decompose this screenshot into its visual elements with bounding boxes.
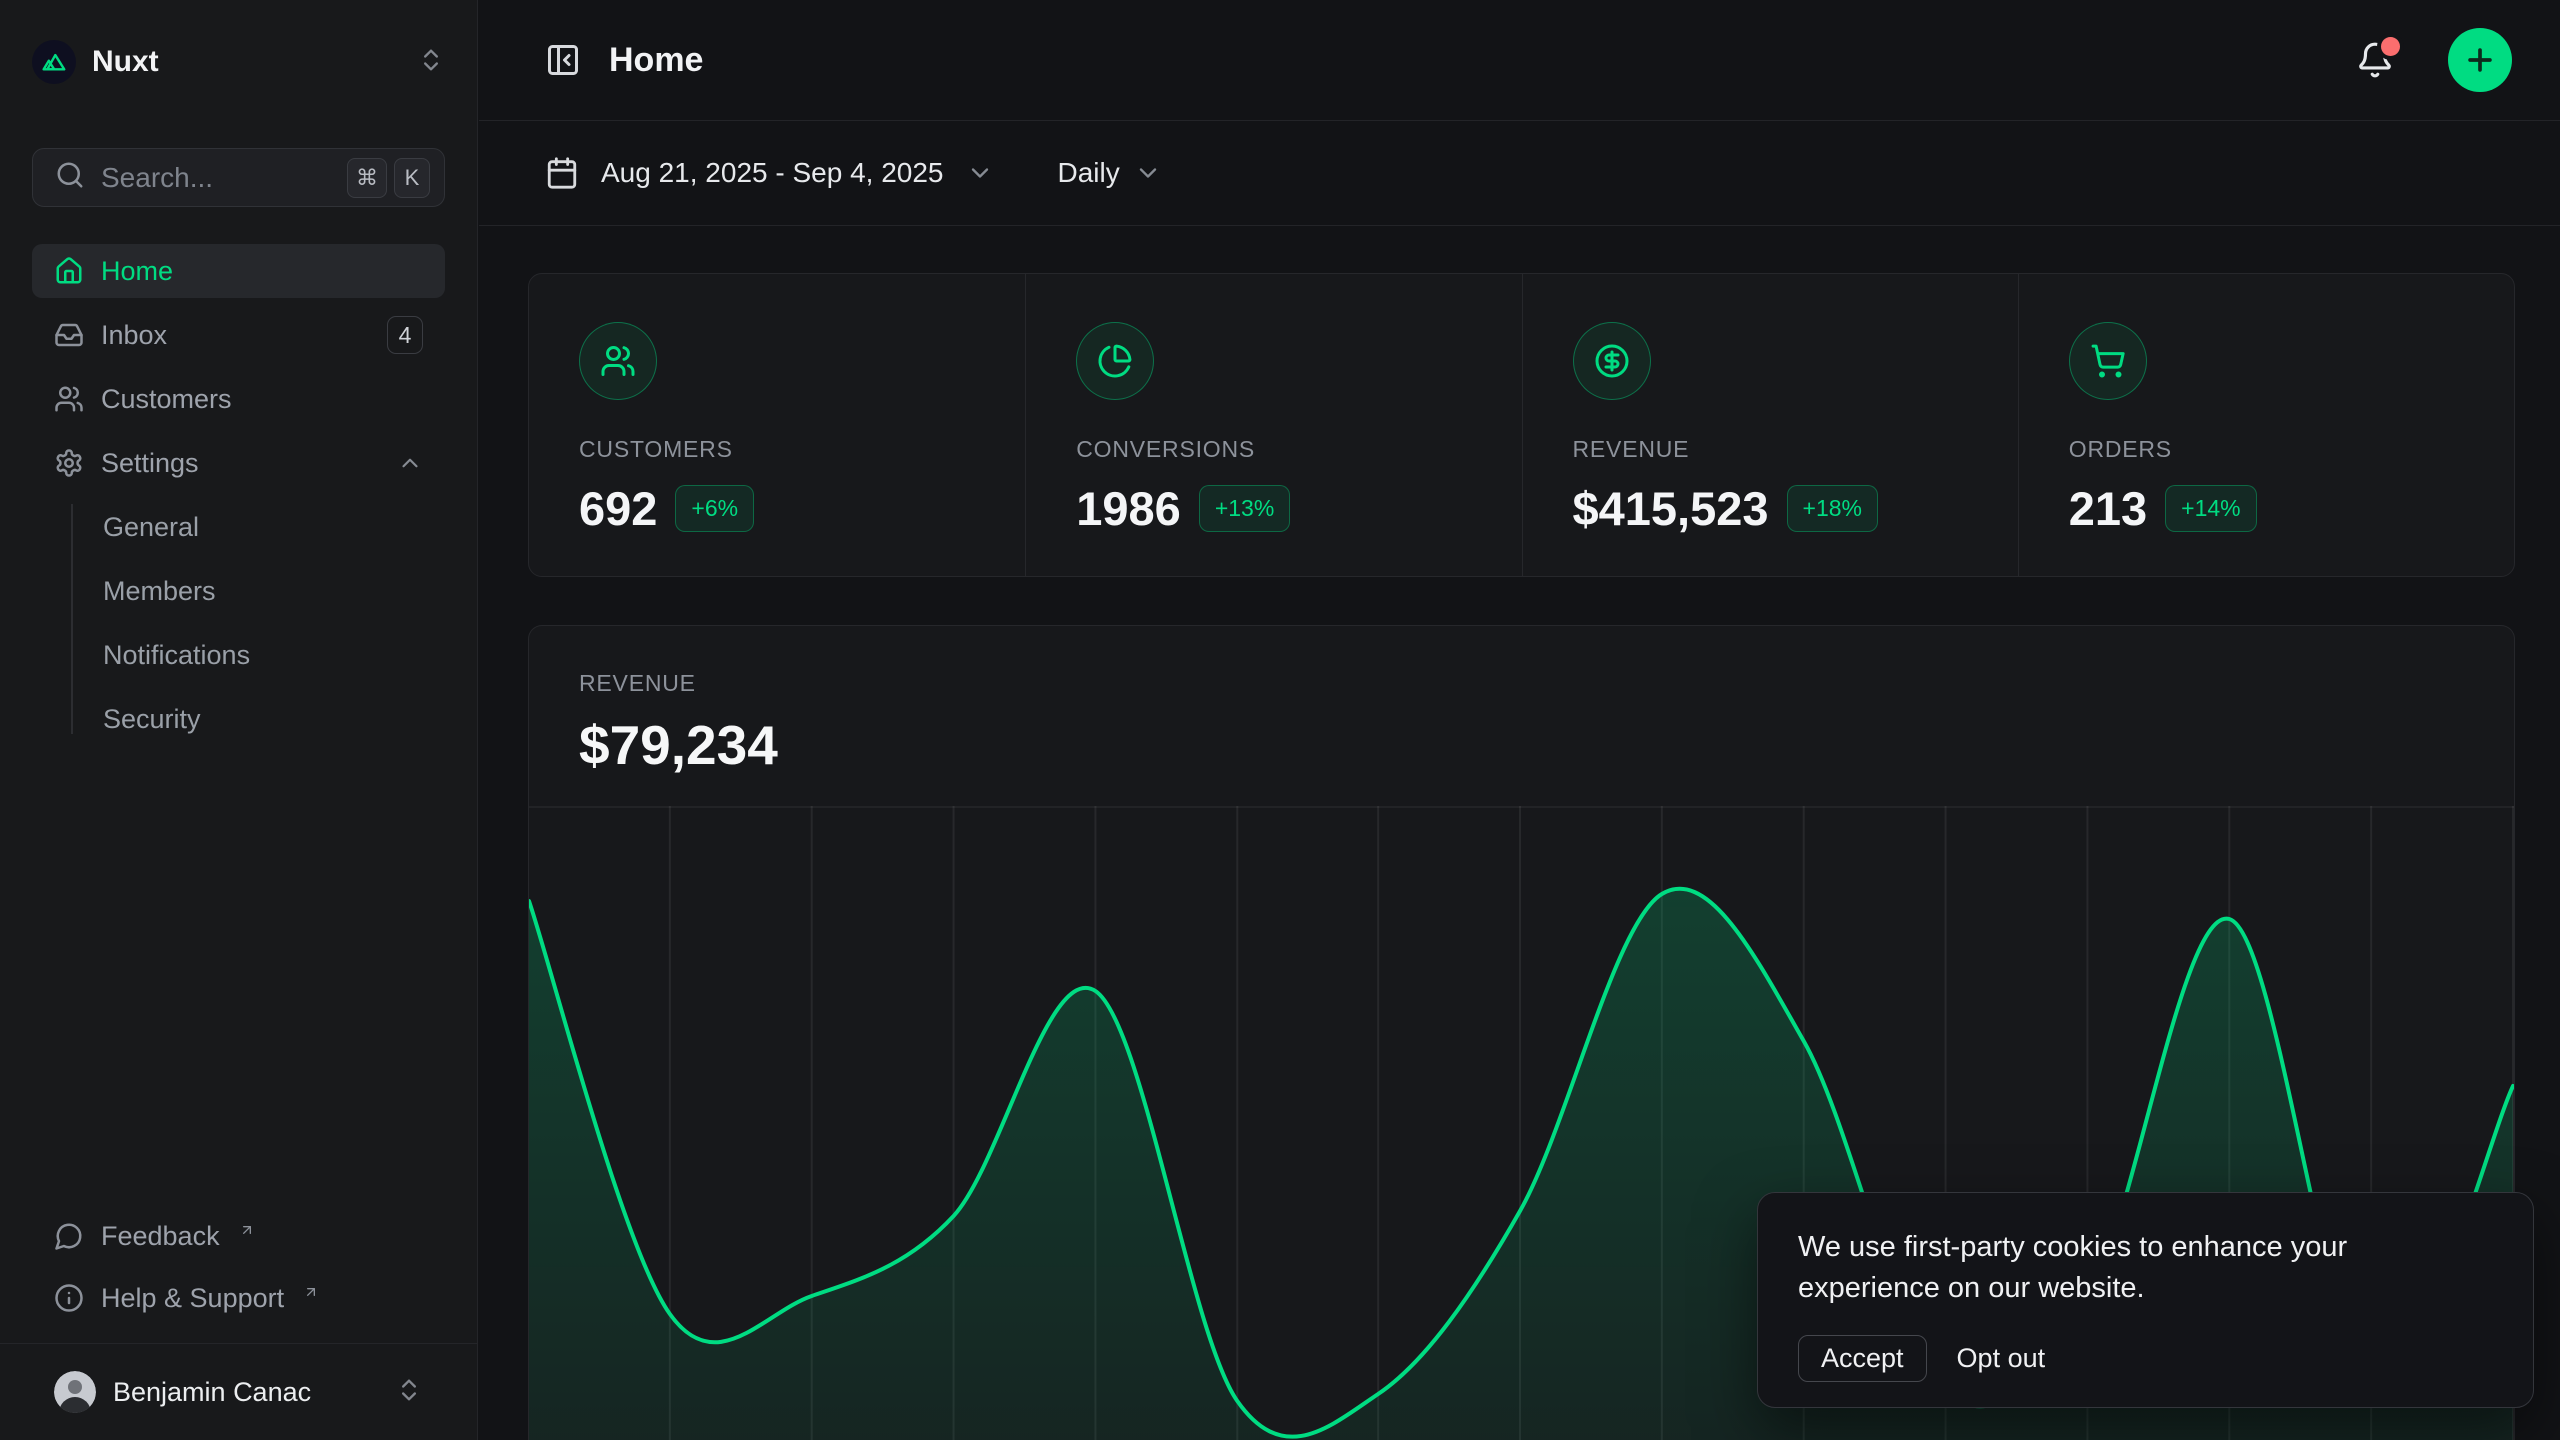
sidebar-subitem-general[interactable]: General — [71, 500, 445, 554]
top-header: Home — [479, 0, 2560, 121]
sidebar-item-label: Settings — [101, 448, 199, 479]
add-button[interactable] — [2448, 28, 2512, 92]
revenue-value: $79,234 — [579, 713, 2514, 777]
stat-value: 1986 — [1076, 481, 1181, 536]
users-icon — [579, 322, 657, 400]
inbox-icon — [54, 320, 84, 350]
users-icon — [54, 384, 84, 414]
stat-delta-badge: +13% — [1199, 485, 1290, 532]
revenue-label: REVENUE — [579, 670, 2514, 697]
settings-subnav: General Members Notifications Security — [32, 500, 445, 746]
stat-delta-badge: +6% — [675, 485, 754, 532]
sidebar-item-label: Home — [101, 256, 173, 287]
granularity-value: Daily — [1058, 157, 1120, 189]
sidebar: Nuxt Search... ⌘ K Home — [0, 0, 478, 1440]
feedback-label: Feedback — [101, 1221, 220, 1252]
granularity-select[interactable]: Daily — [1058, 157, 1162, 189]
cart-icon — [2069, 322, 2147, 400]
stat-label: REVENUE — [1573, 436, 2018, 463]
stat-label: CONVERSIONS — [1076, 436, 1521, 463]
workspace-switcher[interactable]: Nuxt — [32, 22, 445, 102]
cookie-message: We use first-party cookies to enhance yo… — [1798, 1227, 2493, 1309]
cookie-banner: We use first-party cookies to enhance yo… — [1757, 1192, 2534, 1408]
accept-button[interactable]: Accept — [1798, 1335, 1927, 1382]
stat-conversions[interactable]: CONVERSIONS 1986 +13% — [1025, 274, 1521, 576]
stat-value: 213 — [2069, 481, 2147, 536]
help-support-link[interactable]: Help & Support — [32, 1271, 445, 1325]
search-icon — [55, 160, 85, 195]
stat-delta-badge: +18% — [1787, 485, 1878, 532]
chevron-down-icon — [1134, 159, 1162, 187]
filter-bar: Aug 21, 2025 - Sep 4, 2025 Daily — [479, 121, 2560, 226]
avatar — [54, 1371, 96, 1413]
search-shortcut: ⌘ K — [347, 158, 430, 198]
sidebar-footer: Feedback Help & Support — [0, 1209, 477, 1440]
sidebar-subitem-members[interactable]: Members — [71, 564, 445, 618]
panel-left-close-icon[interactable] — [545, 42, 581, 78]
inbox-count-badge: 4 — [387, 316, 423, 354]
notification-dot — [2381, 37, 2400, 56]
notifications-button[interactable] — [2356, 41, 2394, 79]
dollar-circle-icon — [1573, 322, 1651, 400]
user-name: Benjamin Canac — [113, 1377, 378, 1408]
help-support-label: Help & Support — [101, 1283, 284, 1314]
chevrons-up-down-icon — [395, 1376, 423, 1409]
sidebar-item-settings[interactable]: Settings — [32, 436, 445, 490]
home-icon — [54, 256, 84, 286]
calendar-icon — [545, 156, 579, 190]
chevron-up-icon — [397, 450, 423, 476]
sidebar-item-inbox[interactable]: Inbox 4 — [32, 308, 445, 362]
search-placeholder: Search... — [101, 162, 331, 194]
date-range-value: Aug 21, 2025 - Sep 4, 2025 — [601, 157, 944, 189]
kbd-cmd: ⌘ — [347, 158, 387, 198]
sidebar-item-label: Customers — [101, 384, 232, 415]
gear-icon — [54, 448, 84, 478]
chevron-down-icon — [966, 159, 994, 187]
stat-delta-badge: +14% — [2165, 485, 2256, 532]
page-title: Home — [609, 41, 2328, 80]
stat-value: 692 — [579, 481, 657, 536]
date-range-picker[interactable]: Aug 21, 2025 - Sep 4, 2025 — [545, 156, 994, 190]
search-input[interactable]: Search... ⌘ K — [32, 148, 445, 207]
stats-card: CUSTOMERS 692 +6% CONVERSIONS 1986 +13% — [528, 273, 2515, 577]
opt-out-button[interactable]: Opt out — [1957, 1343, 2046, 1374]
stat-label: ORDERS — [2069, 436, 2514, 463]
sidebar-subitem-security[interactable]: Security — [71, 692, 445, 746]
stat-label: CUSTOMERS — [579, 436, 1025, 463]
stat-customers[interactable]: CUSTOMERS 692 +6% — [529, 274, 1025, 576]
chevrons-up-down-icon — [417, 46, 445, 79]
sidebar-nav: Home Inbox 4 Customers Setting — [32, 244, 445, 756]
stat-revenue[interactable]: REVENUE $415,523 +18% — [1522, 274, 2018, 576]
external-link-icon — [239, 1214, 255, 1245]
workspace-name: Nuxt — [92, 45, 401, 79]
user-menu[interactable]: Benjamin Canac — [32, 1344, 445, 1440]
pie-chart-icon — [1076, 322, 1154, 400]
dashboard-screen: Nuxt Search... ⌘ K Home — [0, 0, 2560, 1440]
info-circle-icon — [54, 1283, 84, 1313]
stat-value: $415,523 — [1573, 481, 1769, 536]
sidebar-item-label: Inbox — [101, 320, 167, 351]
sidebar-item-home[interactable]: Home — [32, 244, 445, 298]
feedback-link[interactable]: Feedback — [32, 1209, 445, 1263]
stat-orders[interactable]: ORDERS 213 +14% — [2018, 274, 2514, 576]
nuxt-logo-icon — [32, 40, 76, 84]
message-bubble-icon — [54, 1221, 84, 1251]
sidebar-subitem-notifications[interactable]: Notifications — [71, 628, 445, 682]
kbd-k: K — [394, 158, 430, 198]
sidebar-item-customers[interactable]: Customers — [32, 372, 445, 426]
external-link-icon — [303, 1276, 319, 1307]
